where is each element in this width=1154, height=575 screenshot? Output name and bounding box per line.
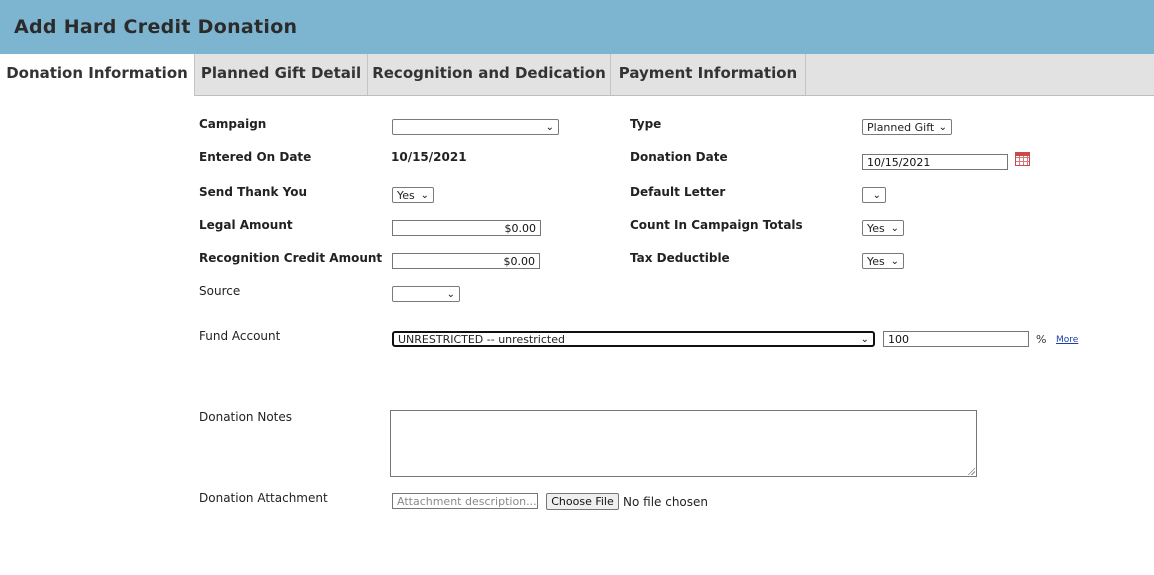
send-thank-you-value: Yes <box>397 189 415 202</box>
type-label: Type <box>630 117 662 131</box>
recognition-credit-amount-input[interactable]: $0.00 <box>392 253 540 269</box>
resize-handle-icon[interactable] <box>967 467 975 475</box>
default-letter-select[interactable]: ⌄ <box>862 187 886 203</box>
fund-account-select-value: UNRESTRICTED -- unrestricted <box>398 333 565 346</box>
page-title: Add Hard Credit Donation <box>14 16 298 38</box>
fund-account-percent-input[interactable]: 100 <box>883 331 1029 347</box>
no-file-chosen-text: No file chosen <box>623 495 709 509</box>
page-header: Add Hard Credit Donation <box>0 0 1154 54</box>
count-in-campaign-totals-label: Count In Campaign Totals <box>630 218 803 232</box>
entered-on-date-value: 10/15/2021 <box>391 150 467 164</box>
donation-date-input[interactable]: 10/15/2021 <box>862 154 1008 170</box>
choose-file-button[interactable]: Choose File <box>546 493 619 510</box>
tab-bar: Donation Information Planned Gift Detail… <box>0 54 1154 96</box>
source-label: Source <box>199 284 241 298</box>
campaign-select[interactable]: ⌄ <box>392 119 559 135</box>
send-thank-you-label: Send Thank You <box>199 185 307 199</box>
donation-date-label: Donation Date <box>630 150 728 164</box>
chevron-down-icon: ⌄ <box>860 334 869 345</box>
fund-account-select[interactable]: UNRESTRICTED -- unrestricted ⌄ <box>392 331 875 347</box>
chevron-down-icon: ⌄ <box>446 289 455 300</box>
count-in-campaign-totals-select[interactable]: Yes ⌄ <box>862 220 904 236</box>
campaign-label: Campaign <box>199 117 267 131</box>
tab-payment-information[interactable]: Payment Information <box>611 54 806 95</box>
entered-on-date-label: Entered On Date <box>199 150 312 164</box>
more-link[interactable]: More <box>1056 335 1078 345</box>
default-letter-label: Default Letter <box>630 185 726 199</box>
tax-deductible-label: Tax Deductible <box>630 251 730 265</box>
chevron-down-icon: ⌄ <box>890 256 899 267</box>
tax-deductible-select[interactable]: Yes ⌄ <box>862 253 904 269</box>
legal-amount-label: Legal Amount <box>199 218 293 232</box>
legal-amount-input[interactable]: $0.00 <box>392 220 541 236</box>
type-select[interactable]: Planned Gift ⌄ <box>862 119 952 135</box>
donation-notes-textarea[interactable] <box>390 410 977 477</box>
tax-deductible-value: Yes <box>867 255 885 268</box>
tab-recognition-and-dedication[interactable]: Recognition and Dedication <box>368 54 611 95</box>
fund-account-label: Fund Account <box>199 329 281 343</box>
chevron-down-icon: ⌄ <box>545 122 554 133</box>
attachment-description-input[interactable]: Attachment description... <box>392 493 538 509</box>
chevron-down-icon: ⌄ <box>420 190 429 201</box>
recognition-credit-amount-label: Recognition Credit Amount <box>199 251 383 265</box>
chevron-down-icon: ⌄ <box>890 223 899 234</box>
tab-planned-gift-detail[interactable]: Planned Gift Detail <box>195 54 368 95</box>
send-thank-you-select[interactable]: Yes ⌄ <box>392 187 434 203</box>
calendar-icon[interactable] <box>1015 152 1030 166</box>
count-in-campaign-totals-value: Yes <box>867 222 885 235</box>
donation-attachment-label: Donation Attachment <box>199 491 328 505</box>
source-select[interactable]: ⌄ <box>392 286 460 302</box>
tab-donation-information[interactable]: Donation Information <box>0 54 195 96</box>
percent-symbol: % <box>1036 333 1047 346</box>
donation-notes-label: Donation Notes <box>199 410 292 424</box>
chevron-down-icon: ⌄ <box>872 190 881 201</box>
chevron-down-icon: ⌄ <box>938 122 947 133</box>
type-select-value: Planned Gift <box>867 121 935 134</box>
